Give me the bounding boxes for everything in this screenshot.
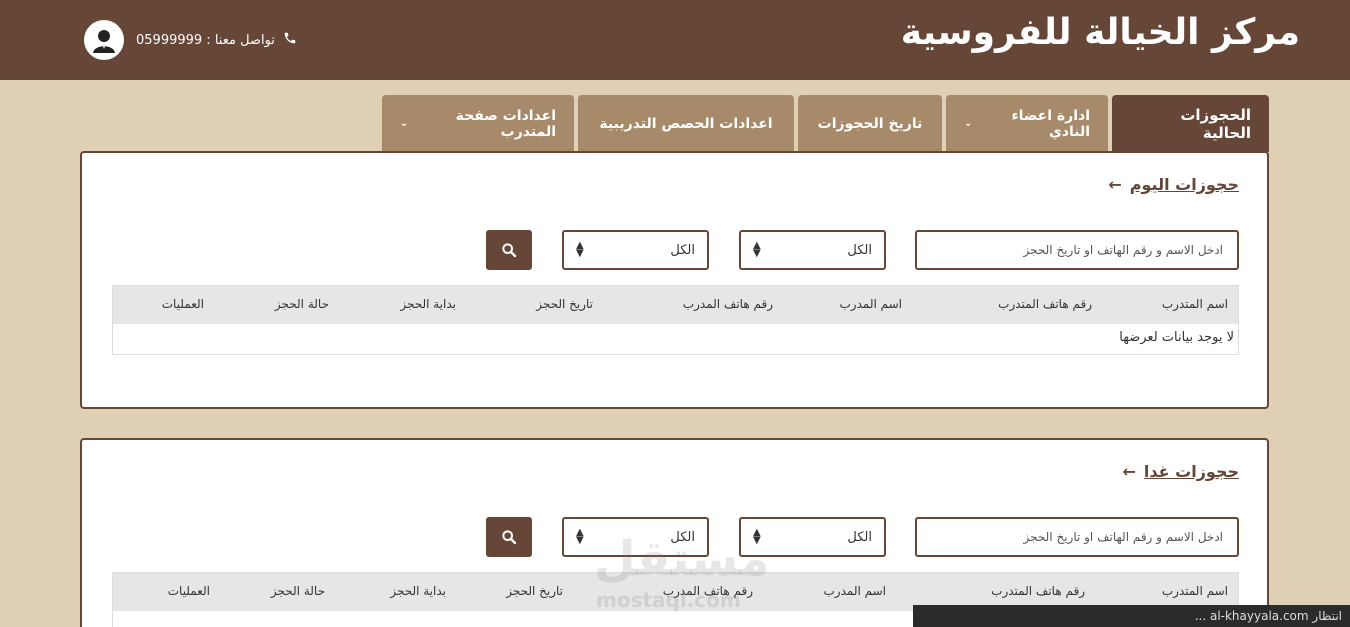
tab-trainee-page-settings[interactable]: اعدادات صفحة المتدرب ⌄ (382, 95, 574, 152)
arrow-left-icon: ← (1122, 462, 1136, 481)
avatar-icon[interactable] (84, 20, 124, 60)
contact-label: تواصل معنا : 05999999 (136, 32, 275, 48)
search-input[interactable] (915, 517, 1239, 557)
tab-training-settings[interactable]: اعدادات الحصص التدريبية (578, 95, 794, 152)
watermark-url: mostaql.com (596, 588, 741, 612)
contact-text: تواصل معنا : 05999999 (136, 31, 297, 49)
panel-title-text: حجوزات غدا (1143, 462, 1239, 481)
table-header: اسم المتدرب رقم هاتف المتدرب اسم المدرب … (113, 286, 1238, 324)
tab-current-bookings[interactable]: الحجوزات الحالية (1112, 95, 1269, 152)
column-header[interactable]: رقم هاتف المتدرب (998, 297, 1092, 311)
search-button[interactable] (486, 230, 532, 270)
column-header[interactable]: اسم المتدرب (1162, 297, 1228, 311)
search-icon (502, 530, 517, 545)
panel-title[interactable]: ← حجوزات غدا (1123, 462, 1240, 481)
panel-title-text: حجوزات اليوم (1129, 175, 1239, 194)
tab-club-members[interactable]: ادارة اعضاء النادي ⌄ (946, 95, 1108, 152)
select-value: الكل (847, 529, 872, 545)
tab-booking-history[interactable]: تاريخ الحجوزات (798, 95, 942, 152)
sort-arrows-icon: ▲ ▼ (753, 240, 761, 259)
top-header: مركز الخيالة للفروسية تواصل معنا : 05999… (0, 0, 1350, 80)
empty-message: لا يوجد بيانات لعرضها (1119, 330, 1234, 345)
table-row: لا يوجد بيانات لعرضها (113, 324, 1238, 354)
brand-title[interactable]: مركز الخيالة للفروسية (901, 12, 1300, 53)
sort-arrows-icon: ▲ ▼ (576, 527, 584, 546)
column-header[interactable]: رقم هاتف المدرب (683, 297, 773, 311)
column-header[interactable]: اسم المدرب (823, 584, 886, 598)
arrow-left-icon: ← (1108, 175, 1122, 194)
main-tabs: الحجوزات الحالية ادارة اعضاء النادي ⌄ تا… (382, 95, 1269, 152)
select-value: الكل (847, 242, 872, 258)
phone-icon (283, 31, 297, 49)
tab-label: تاريخ الحجوزات (817, 115, 923, 132)
column-header[interactable]: العمليات (168, 584, 210, 598)
chevron-down-icon: ⌄ (400, 118, 409, 129)
column-header[interactable]: اسم المدرب (839, 297, 902, 311)
watermark-logo: مستقل (594, 531, 770, 587)
tab-label: اعدادات الحصص التدريبية (599, 115, 773, 132)
column-header[interactable]: تاريخ الحجز (536, 297, 593, 311)
filter-select-2[interactable]: الكل ▲ ▼ (562, 230, 709, 270)
column-header[interactable]: اسم المتدرب (1162, 584, 1228, 598)
filter-select-1[interactable]: الكل ▲ ▼ (739, 230, 886, 270)
browser-status-bar: انتظار al-khayyala.com ... (913, 605, 1350, 627)
column-header[interactable]: بداية الحجز (390, 584, 446, 598)
today-bookings-panel: ← حجوزات اليوم الكل ▲▼ الكل ▲▼ اسم المتد… (80, 151, 1269, 409)
column-header[interactable]: حالة الحجز (271, 584, 325, 598)
column-header[interactable]: تاريخ الحجز (506, 584, 563, 598)
tab-label: اعدادات صفحة المتدرب (455, 107, 556, 140)
search-button[interactable] (486, 517, 532, 557)
chevron-down-icon: ⌄ (964, 118, 973, 129)
column-header[interactable]: بداية الحجز (400, 297, 456, 311)
search-input[interactable] (915, 230, 1239, 270)
sort-arrows-icon: ▲ ▼ (576, 240, 584, 259)
column-header[interactable]: العمليات (162, 297, 204, 311)
panel-title[interactable]: ← حجوزات اليوم (1108, 175, 1239, 194)
bookings-table: اسم المتدرب رقم هاتف المتدرب اسم المدرب … (112, 285, 1239, 355)
column-header[interactable]: حالة الحجز (275, 297, 329, 311)
tab-label: ادارة اعضاء النادي (1011, 107, 1090, 140)
tab-label: الحجوزات الحالية (1180, 105, 1251, 142)
column-header[interactable]: رقم هاتف المتدرب (991, 584, 1085, 598)
select-value: الكل (670, 242, 695, 258)
contact-area: تواصل معنا : 05999999 (84, 20, 297, 60)
search-icon (502, 243, 517, 258)
